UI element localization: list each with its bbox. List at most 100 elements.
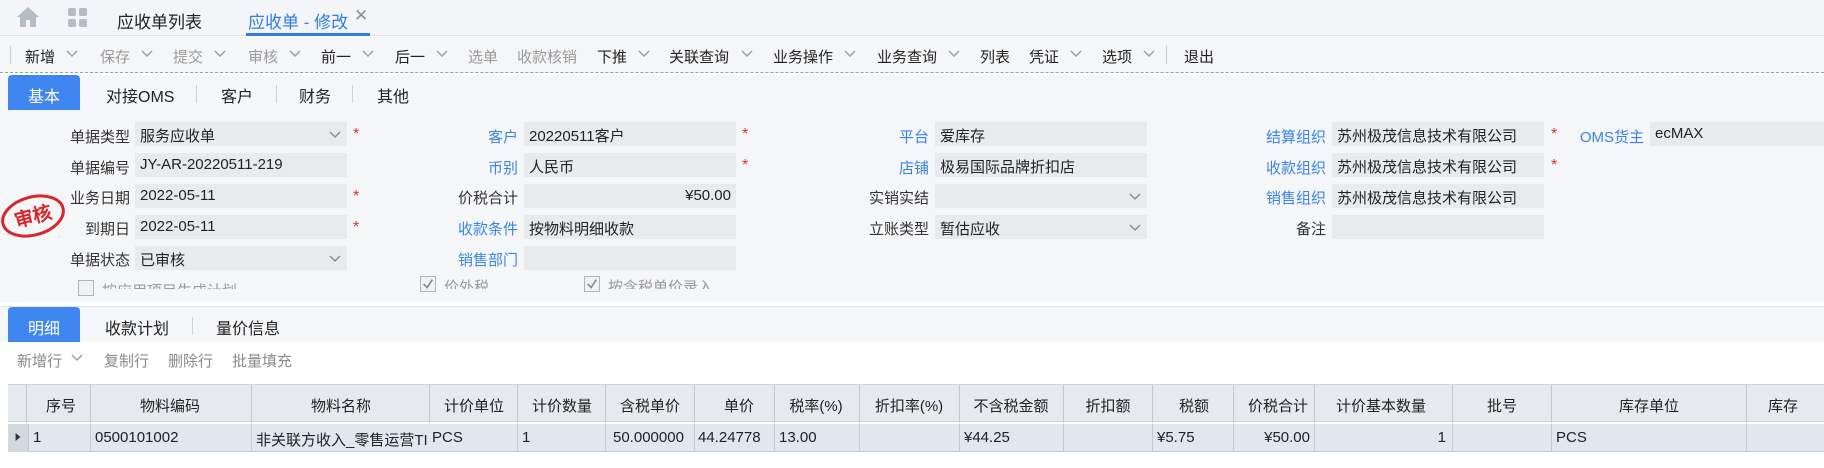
cell-price[interactable]: 44.24778 <box>698 429 771 446</box>
col-header[interactable]: 含税单价 <box>605 395 695 416</box>
list-button[interactable]: 列表 <box>980 46 1010 67</box>
chevron-down-icon[interactable] <box>1129 193 1141 201</box>
customer-label[interactable]: 客户 <box>430 126 518 147</box>
cell-base-qty[interactable]: 1 <box>1318 429 1446 446</box>
col-header[interactable]: 税率(%) <box>774 395 858 416</box>
col-header[interactable]: 物料编码 <box>90 395 250 416</box>
cell-total[interactable]: ¥50.00 <box>1236 429 1310 446</box>
col-header[interactable]: 价税合计 <box>1233 395 1323 416</box>
sales-dept-label[interactable]: 销售部门 <box>430 249 518 270</box>
table-row[interactable]: 1 0500101002 非关联方收入_零售运营TI PCS 1 50.0000… <box>8 424 1824 452</box>
save-button[interactable]: 保存 <box>100 46 130 67</box>
cell-tax-rate[interactable]: 13.00 <box>779 429 857 446</box>
select-bill-button[interactable]: 选单 <box>468 46 498 67</box>
tax-price-checkbox[interactable] <box>584 276 600 292</box>
shop-field[interactable]: 极易国际品牌折扣店 <box>935 153 1147 177</box>
col-header[interactable]: 不含税金额 <box>959 395 1063 416</box>
chevron-down-icon[interactable] <box>362 50 374 58</box>
submit-button[interactable]: 提交 <box>173 46 203 67</box>
cell-tax-price[interactable]: 50.000000 <box>613 429 693 446</box>
col-header[interactable]: 序号 <box>26 395 96 416</box>
settle-org-field[interactable]: 苏州极茂信息技术有限公司 <box>1332 122 1544 146</box>
chevron-down-icon[interactable] <box>289 50 301 58</box>
push-down-button[interactable]: 下推 <box>597 46 627 67</box>
col-header[interactable]: 计价单位 <box>429 395 519 416</box>
cell-qty[interactable]: 1 <box>522 429 602 446</box>
add-row-button[interactable]: 新增行 <box>17 350 62 371</box>
close-tab-icon[interactable]: ✕ <box>354 6 368 26</box>
cell-material-name[interactable]: 非关联方收入_零售运营TI <box>256 429 430 450</box>
related-query-button[interactable]: 关联查询 <box>669 46 729 67</box>
status-select[interactable]: 已审核 <box>135 246 347 270</box>
oms-owner-field[interactable]: ecMAX <box>1650 122 1824 146</box>
settle-org-label[interactable]: 结算组织 <box>1230 126 1326 147</box>
col-header[interactable]: 批号 <box>1452 395 1552 416</box>
tab-basic[interactable]: 基本 <box>8 75 80 111</box>
options-button[interactable]: 选项 <box>1102 46 1132 67</box>
chevron-down-icon[interactable] <box>1143 50 1155 58</box>
oms-owner-label[interactable]: OMS货主 <box>1568 126 1644 147</box>
chevron-down-icon[interactable] <box>141 50 153 58</box>
platform-field[interactable]: 爱库存 <box>935 122 1147 146</box>
new-button[interactable]: 新增 <box>25 46 55 67</box>
platform-label[interactable]: 平台 <box>840 126 929 147</box>
col-header[interactable]: 折扣额 <box>1063 395 1153 416</box>
chevron-down-icon[interactable] <box>71 354 83 362</box>
cell-seq[interactable]: 1 <box>33 429 87 446</box>
total-field[interactable]: ¥50.00 <box>524 184 736 208</box>
currency-field[interactable]: 人民币 <box>524 153 736 177</box>
sales-org-field[interactable]: 苏州极茂信息技术有限公司 <box>1332 184 1544 208</box>
app-grid-icon[interactable] <box>67 7 89 29</box>
sales-dept-field[interactable] <box>524 246 736 270</box>
generate-plan-checkbox[interactable] <box>78 280 94 296</box>
tab-oms[interactable]: 对接OMS <box>106 83 174 107</box>
col-header[interactable]: 税额 <box>1152 395 1236 416</box>
extra-tax-checkbox[interactable] <box>420 276 436 292</box>
prev-button[interactable]: 前一 <box>321 46 351 67</box>
copy-row-button[interactable]: 复制行 <box>104 350 149 371</box>
voucher-button[interactable]: 凭证 <box>1029 46 1059 67</box>
tab-receivable-list[interactable]: 应收单列表 <box>117 8 202 33</box>
chevron-down-icon[interactable] <box>844 50 856 58</box>
cell-material-code[interactable]: 0500101002 <box>95 429 247 446</box>
tab-other[interactable]: 其他 <box>377 83 409 107</box>
cell-net-amount[interactable]: ¥44.25 <box>964 429 1060 446</box>
col-header[interactable]: 单价 <box>694 395 784 416</box>
chevron-down-icon[interactable] <box>741 50 753 58</box>
chevron-down-icon[interactable] <box>1129 224 1141 232</box>
sales-org-label[interactable]: 销售组织 <box>1230 187 1326 208</box>
chevron-down-icon[interactable] <box>948 50 960 58</box>
chevron-down-icon[interactable] <box>329 131 341 139</box>
business-query-button[interactable]: 业务查询 <box>877 46 937 67</box>
doc-no-field[interactable]: JY-AR-20220511-219 <box>135 153 347 177</box>
chevron-down-icon[interactable] <box>214 50 226 58</box>
terms-label[interactable]: 收款条件 <box>430 218 518 239</box>
chevron-down-icon[interactable] <box>436 50 448 58</box>
batch-fill-button[interactable]: 批量填充 <box>232 350 292 371</box>
doc-type-select[interactable]: 服务应收单 <box>135 122 347 146</box>
customer-field[interactable]: 20220511客户 <box>524 122 736 146</box>
chevron-down-icon[interactable] <box>1070 50 1082 58</box>
tab-receive-plan[interactable]: 收款计划 <box>105 315 169 339</box>
col-header[interactable]: 折扣率(%) <box>859 395 959 416</box>
settle-select[interactable] <box>935 184 1147 208</box>
chevron-down-icon[interactable] <box>66 50 78 58</box>
row-selector[interactable] <box>8 424 28 452</box>
tab-customer[interactable]: 客户 <box>221 83 253 107</box>
remark-field[interactable] <box>1332 215 1544 239</box>
tab-receivable-edit[interactable]: 应收单 - 修改 <box>248 8 348 33</box>
next-button[interactable]: 后一 <box>395 46 425 67</box>
col-header[interactable]: 计价数量 <box>517 395 607 416</box>
terms-field[interactable]: 按物料明细收款 <box>524 215 736 239</box>
col-header[interactable]: 计价基本数量 <box>1314 395 1448 416</box>
tab-price-info[interactable]: 量价信息 <box>216 315 280 339</box>
receive-org-label[interactable]: 收款组织 <box>1230 157 1326 178</box>
col-header[interactable]: 物料名称 <box>251 395 431 416</box>
col-header[interactable]: 库存 <box>1768 395 1824 416</box>
tab-detail[interactable]: 明细 <box>8 307 80 343</box>
currency-label[interactable]: 币别 <box>430 157 518 178</box>
cell-stock-unit[interactable]: PCS <box>1556 429 1742 446</box>
delete-row-button[interactable]: 删除行 <box>168 350 213 371</box>
chevron-down-icon[interactable] <box>329 255 341 263</box>
cell-price-unit[interactable]: PCS <box>432 429 514 446</box>
